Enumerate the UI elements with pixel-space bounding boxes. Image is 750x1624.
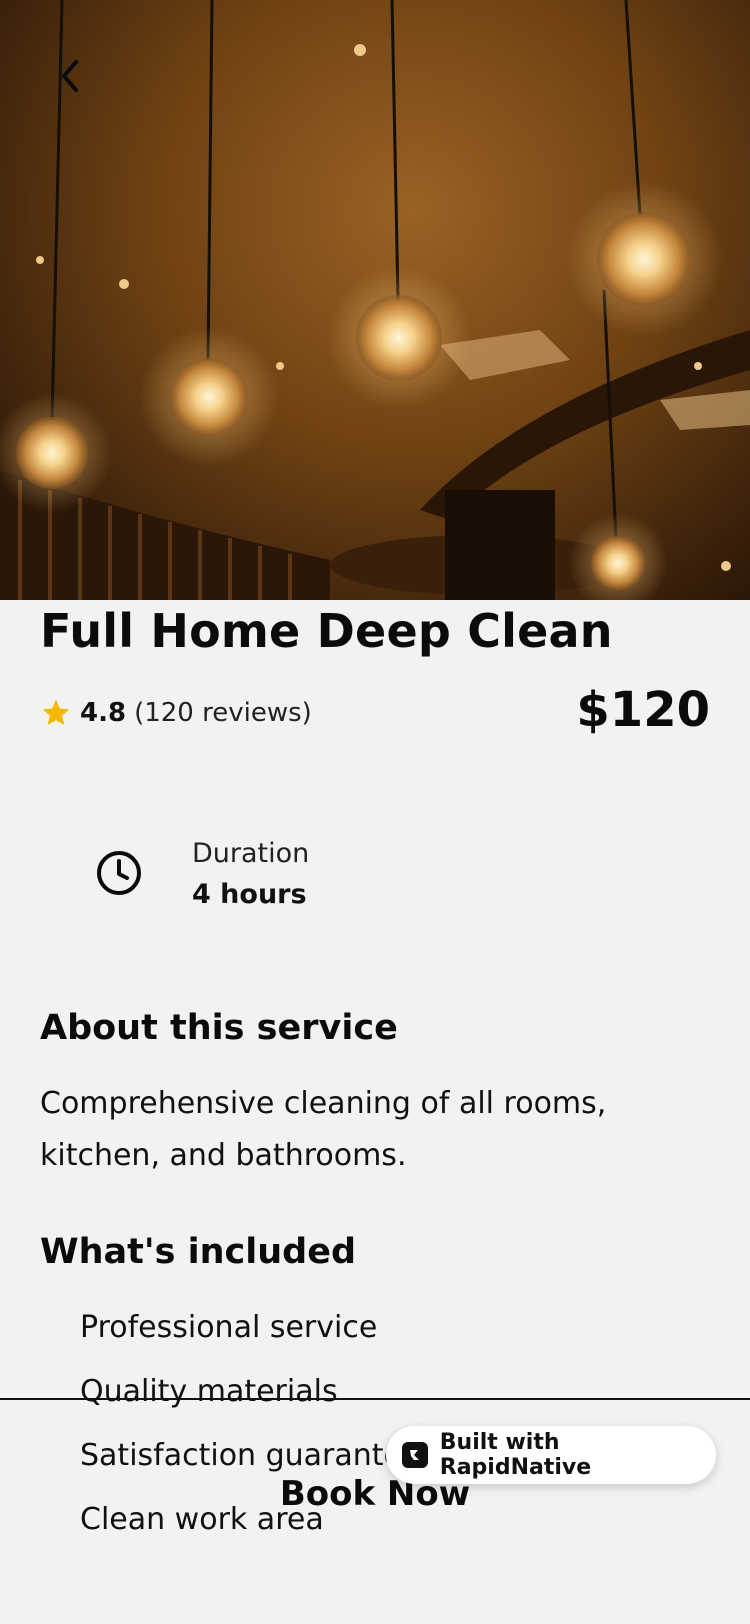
star-icon <box>42 699 70 725</box>
rating-value: 4.8 <box>80 698 127 728</box>
about-heading: About this service <box>40 1008 398 1048</box>
included-list: Professional service Quality materials S… <box>80 1306 420 1562</box>
back-button[interactable] <box>56 58 104 116</box>
duration-label: Duration <box>192 838 310 869</box>
pendant-lights-illustration <box>0 0 750 600</box>
reviews-count[interactable]: (120 reviews) <box>134 698 312 728</box>
chevron-left-icon <box>62 60 78 92</box>
included-item: Professional service <box>80 1310 378 1345</box>
about-text: Comprehensive cleaning of all rooms, kit… <box>40 1086 607 1173</box>
clock-icon <box>97 851 141 895</box>
rapidnative-logo-icon <box>402 1442 428 1468</box>
service-price: $120 <box>576 682 710 738</box>
duration-value: 4 hours <box>192 879 307 910</box>
rating-row: 4.8 (120 reviews) <box>40 695 312 731</box>
footer-divider <box>0 1398 750 1400</box>
badge-label: Built with RapidNative <box>439 1430 592 1480</box>
included-heading: What's included <box>40 1232 357 1272</box>
included-item: Quality materials <box>80 1374 338 1409</box>
rapidnative-badge[interactable]: Built with RapidNative <box>386 1426 716 1484</box>
hero-image <box>0 0 750 600</box>
service-title: Full Home Deep Clean <box>40 604 613 658</box>
